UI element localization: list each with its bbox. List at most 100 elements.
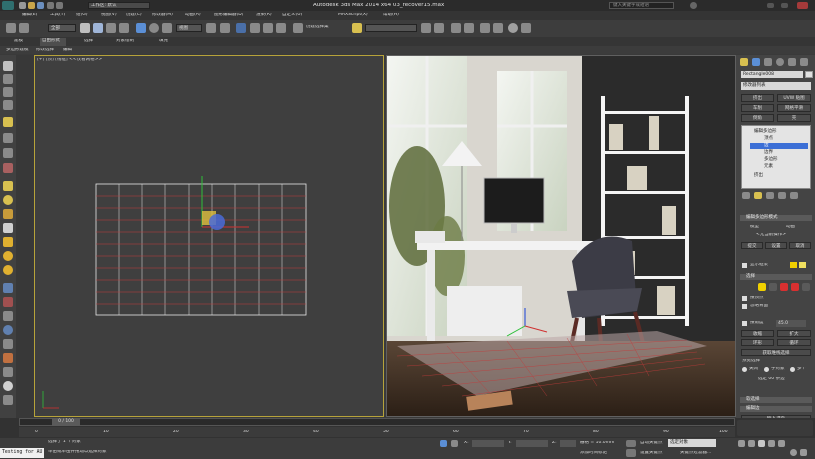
tool-icon-11[interactable] [3,209,13,219]
loop-button[interactable]: 循环 [777,339,811,346]
redo-icon[interactable] [56,2,63,9]
x-coord-field[interactable] [472,440,504,447]
close-icon[interactable] [797,2,808,9]
shell-button[interactable]: 壳 [777,114,811,122]
uvw-map-button[interactable]: UVW 贴图 [777,94,811,102]
viewport-perspective-render[interactable] [386,55,736,417]
preview-multi-radio[interactable] [790,367,795,372]
stack-item-extrude[interactable]: 挤出 [744,173,802,179]
time-slider-track[interactable] [19,418,735,426]
modify-tab-icon[interactable] [752,58,760,66]
menu-item-rendering[interactable]: 渲染(R) [256,13,272,18]
percent-snap-icon[interactable] [263,23,273,33]
polygon-mode-icon[interactable] [791,283,799,291]
tool-icon-24[interactable] [3,395,13,405]
modifier-list-dropdown[interactable]: 修改器列表 [741,82,811,90]
select-by-name-icon[interactable] [93,23,103,33]
angle-snap-icon[interactable] [250,23,260,33]
menu-item-modifiers[interactable]: 修改器(M) [152,13,173,18]
tool-icon-22[interactable] [3,367,13,377]
maximize-icon[interactable] [781,3,788,8]
named-selection-dropdown[interactable] [365,24,417,32]
stack-item-edge[interactable]: 边 [750,143,808,149]
cage-color-2[interactable] [799,262,806,268]
align-icon[interactable] [434,23,444,33]
app-logo-icon[interactable] [2,1,14,10]
section-edit-edges[interactable]: 编辑边 [740,406,812,412]
element-mode-icon[interactable] [802,283,810,291]
tool-icon-20[interactable] [3,339,13,349]
cage-color-1[interactable] [790,262,797,268]
minimize-icon[interactable] [767,3,774,8]
create-tab-icon[interactable] [740,58,748,66]
menu-item-group[interactable]: 组(G) [76,13,88,18]
goto-start-icon[interactable] [738,440,745,447]
absolute-mode-icon[interactable] [451,440,458,447]
tool-icon-19[interactable] [3,325,13,335]
tool-icon-8[interactable] [3,163,13,173]
goto-end-icon[interactable] [778,440,785,447]
tool-icon-1[interactable] [3,61,13,71]
track-bar[interactable]: 0 10 20 30 40 50 60 70 80 90 100 [19,427,735,437]
tool-icon-6[interactable] [3,133,13,143]
utilities-tab-icon[interactable] [800,58,808,66]
save-file-icon[interactable] [37,2,44,9]
display-tab-icon[interactable] [788,58,796,66]
pin-stack-icon[interactable] [742,192,750,199]
object-name-field[interactable]: Rectangle008 [741,71,803,78]
ribbon-sub-edit[interactable]: 编辑 [63,48,72,53]
tool-icon-17[interactable] [3,297,13,307]
open-file-icon[interactable] [28,2,35,9]
pivot-center-icon[interactable] [206,23,216,33]
settings-button[interactable]: 设置 [765,242,787,249]
tool-icon-23[interactable] [3,381,13,391]
modifier-stack-list[interactable]: 编辑多边形 顶点 边 边界 多边形 元素 挤出 [741,125,811,189]
lathe-button[interactable]: 车削 [741,104,774,112]
mirror-icon[interactable] [421,23,431,33]
by-vertex-checkbox[interactable] [742,296,747,301]
angle-value-field[interactable]: 45.0 [776,320,806,327]
menu-item-help[interactable]: 帮助(H) [383,13,399,18]
menu-item-animation[interactable]: 动画(A) [185,13,201,18]
tool-icon-10[interactable] [3,195,13,205]
ribbon-tab-modeling[interactable]: 建模 [14,39,23,44]
tool-icon-12[interactable] [3,223,13,233]
ribbon-tab-object-paint[interactable]: 对象绘制 [116,39,134,44]
key-filters-button[interactable]: 关键点过滤器... [680,451,711,456]
extrude-button[interactable]: 挤出 [741,94,774,102]
snap-toggle-icon[interactable] [236,23,246,33]
border-mode-icon[interactable] [780,283,788,291]
render-setup-icon[interactable] [521,23,531,33]
menu-item-edit[interactable]: 编辑(E) [22,13,37,18]
remove-modifier-icon[interactable] [778,192,786,199]
lock-selection-icon[interactable] [440,440,447,447]
section-soft-selection[interactable]: 软选择 [740,397,812,403]
tool-icon-4[interactable] [3,100,13,110]
select-object-icon[interactable] [80,23,90,33]
layer-manager-icon[interactable] [451,23,461,33]
grow-button[interactable]: 扩大 [777,330,811,337]
undo-toolbar-icon[interactable] [6,23,16,33]
animate-radio[interactable]: 动画 [786,225,795,230]
show-end-result-icon[interactable] [754,192,762,199]
undo-icon[interactable] [47,2,54,9]
cancel-button[interactable]: 取消 [789,242,811,249]
time-slider-thumb[interactable]: 0 / 100 [52,418,80,426]
set-key-label[interactable]: 设置关键点 [640,451,663,456]
hierarchy-tab-icon[interactable] [764,58,772,66]
motion-tab-icon[interactable] [776,58,784,66]
menu-item-views[interactable]: 视图(V) [101,13,117,18]
prev-frame-icon[interactable] [748,440,755,447]
next-frame-icon[interactable] [768,440,775,447]
ignore-backfacing-checkbox[interactable] [742,304,747,309]
set-key-icon[interactable] [626,449,636,457]
workspace-dropdown[interactable]: 工作区: 默认 [88,2,150,9]
menu-item-graph-editors[interactable]: 图形编辑器(D) [214,13,243,18]
add-time-tag[interactable]: 添加时间标记 [580,451,607,456]
rectangle-selection-icon[interactable] [106,23,116,33]
help-icon[interactable] [690,2,697,9]
autokey-icon[interactable] [626,440,636,447]
commit-button[interactable]: 提交 [741,242,763,249]
tool-icon-21[interactable] [3,353,13,363]
tool-icon-14[interactable] [3,251,13,261]
